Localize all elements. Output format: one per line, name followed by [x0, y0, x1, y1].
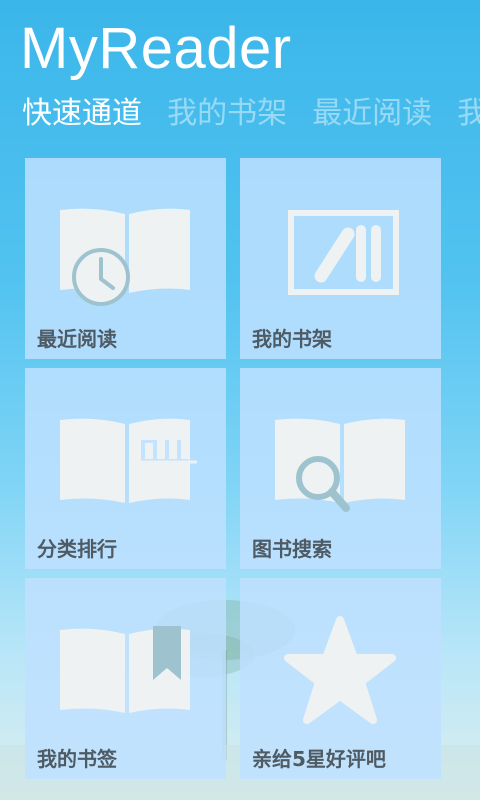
- tile-label: 亲给5星好评吧: [252, 747, 386, 771]
- tile-recent-reading[interactable]: 最近阅读: [25, 158, 226, 359]
- tab-me[interactable]: 我: [457, 92, 480, 136]
- tab-bar: 快速通道 我的书架 最近阅读 我: [22, 92, 480, 136]
- tile-rate-five-stars[interactable]: 亲给5星好评吧: [240, 578, 441, 779]
- tab-recent-reading[interactable]: 最近阅读: [312, 92, 432, 136]
- tab-my-bookshelf[interactable]: 我的书架: [167, 92, 287, 136]
- tile-category-ranking[interactable]: 分类排行: [25, 368, 226, 569]
- tile-label: 我的书架: [252, 327, 332, 351]
- tile-label: 我的书签: [37, 747, 117, 771]
- tile-book-search[interactable]: 图书搜索: [240, 368, 441, 569]
- app-title: MyReader: [20, 16, 292, 81]
- tile-label: 最近阅读: [37, 327, 117, 351]
- tile-label: 图书搜索: [252, 537, 332, 561]
- tile-my-bookshelf[interactable]: 我的书架: [240, 158, 441, 359]
- tile-my-bookmarks[interactable]: 我的书签: [25, 578, 226, 779]
- tile-label: 分类排行: [37, 537, 117, 561]
- tab-quick-access[interactable]: 快速通道: [22, 92, 142, 136]
